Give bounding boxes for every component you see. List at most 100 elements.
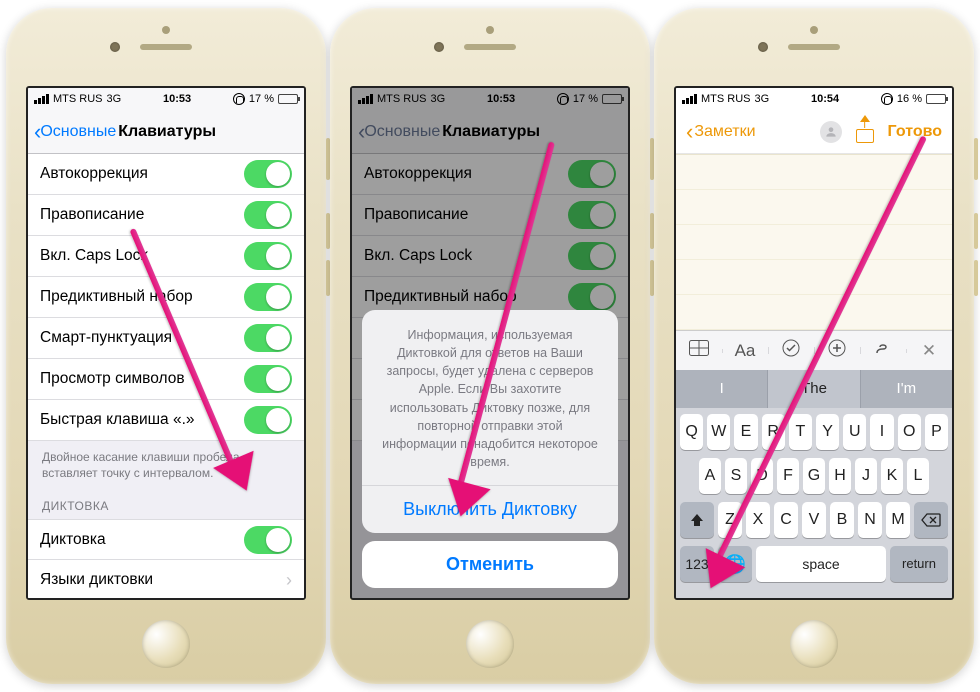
toggle-shortcut[interactable] [244,406,292,434]
cell-label: Предиктивный набор [40,288,193,306]
toggle-autocorrect[interactable] [244,160,292,188]
toggle-smart[interactable] [244,324,292,352]
toggle-dictation[interactable] [244,526,292,554]
sheet-message: Информация, используемая Диктовкой для о… [362,310,618,485]
backspace-key[interactable] [914,502,948,538]
format-aa-button[interactable]: Aa [722,341,768,361]
cancel-button[interactable]: Отменить [362,541,618,588]
key-t[interactable]: T [789,414,812,450]
front-camera [434,42,444,52]
cell-caps-lock[interactable]: Вкл. Caps Lock [28,236,304,277]
clock: 10:54 [811,93,839,105]
key-g[interactable]: G [803,458,825,494]
key-f[interactable]: F [777,458,799,494]
key-w[interactable]: W [707,414,730,450]
share-icon[interactable] [856,121,874,143]
key-y[interactable]: Y [816,414,839,450]
phone-1: MTS RUS 3G 10:53 17 % ‹Основные Клавиату… [6,8,326,684]
collaborate-icon[interactable] [820,121,842,143]
volume-up [974,213,978,249]
toggle-preview[interactable] [244,365,292,393]
phone-2: MTS RUS 3G 10:53 17 % ‹Основные Клавиату… [330,8,650,684]
battery-icon [278,94,298,104]
signal-icon [34,94,49,104]
cell-label: Вкл. Caps Lock [40,247,148,265]
key-e[interactable]: E [734,414,757,450]
key-k[interactable]: K [881,458,903,494]
power-button [974,138,978,180]
toggle-spelling[interactable] [244,201,292,229]
key-i[interactable]: I [870,414,893,450]
home-button[interactable] [142,620,190,668]
close-toolbar-icon[interactable]: ✕ [906,341,952,361]
cell-period-shortcut[interactable]: Быстрая клавиша «.» [28,400,304,441]
globe-key[interactable]: 🌐 [718,546,752,582]
key-h[interactable]: H [829,458,851,494]
cell-autocorrect[interactable]: Автокоррекция [28,154,304,195]
key-d[interactable]: D [751,458,773,494]
cell-label: Просмотр символов [40,370,185,388]
cell-dictation-languages[interactable]: Языки диктовки › [28,560,304,600]
table-icon[interactable] [676,340,722,361]
key-j[interactable]: J [855,458,877,494]
key-b[interactable]: B [830,502,854,538]
back-button[interactable]: ‹Основные [34,119,116,145]
key-row-4: 123 🌐 space return [680,546,948,582]
key-m[interactable]: M [886,502,910,538]
nav-title: Клавиатуры [118,123,216,141]
key-a[interactable]: A [699,458,721,494]
cell-dictation[interactable]: Диктовка [28,519,304,560]
key-l[interactable]: L [907,458,929,494]
cell-predictive[interactable]: Предиктивный набор [28,277,304,318]
key-u[interactable]: U [843,414,866,450]
section-header-dictation: ДИКТОВКА [28,483,304,519]
key-r[interactable]: R [762,414,785,450]
key-v[interactable]: V [802,502,826,538]
add-attachment-icon[interactable] [814,339,860,362]
key-z[interactable]: Z [718,502,742,538]
back-notes-button[interactable]: ‹Заметки [686,119,756,145]
numbers-key[interactable]: 123 [680,546,714,582]
key-x[interactable]: X [746,502,770,538]
toggle-caps[interactable] [244,242,292,270]
phone-3: MTS RUS 3G 10:54 16 % ‹Заметки Готово Aa [654,8,974,684]
key-s[interactable]: S [725,458,747,494]
draw-icon[interactable] [860,339,906,362]
done-button[interactable]: Готово [888,123,942,141]
space-key[interactable]: space [756,546,886,582]
sensor-dot [486,26,494,34]
suggestion-3[interactable]: I'm [860,370,952,408]
key-p[interactable]: P [925,414,948,450]
home-button[interactable] [466,620,514,668]
settings-list[interactable]: Автокоррекция Правописание Вкл. Caps Loc… [28,154,304,600]
network-label: 3G [755,93,770,105]
front-camera [758,42,768,52]
key-n[interactable]: N [858,502,882,538]
cell-smart-punct[interactable]: Смарт-пунктуация [28,318,304,359]
status-bar: MTS RUS 3G 10:53 17 % [28,88,304,110]
shift-key[interactable] [680,502,714,538]
footnote-period: Двойное касание клавиши пробела вставляе… [28,441,304,483]
suggestion-2[interactable]: The [767,370,859,408]
toggle-predictive[interactable] [244,283,292,311]
speaker-grille [140,44,192,50]
key-o[interactable]: O [898,414,921,450]
signal-icon [682,94,697,104]
cell-label: Правописание [40,206,144,224]
cell-spelling[interactable]: Правописание [28,195,304,236]
volume-down [974,260,978,296]
note-canvas[interactable] [676,154,952,333]
key-c[interactable]: C [774,502,798,538]
sheet-panel: Информация, используемая Диктовкой для о… [362,310,618,533]
disable-dictation-button[interactable]: Выключить Диктовку [362,485,618,533]
checklist-icon[interactable] [768,339,814,362]
home-button[interactable] [790,620,838,668]
cell-label: Смарт-пунктуация [40,329,172,347]
suggestion-bar: I The I'm [676,370,952,408]
cell-char-preview[interactable]: Просмотр символов [28,359,304,400]
keyboard-area: Aa ✕ I The I'm Q W E R T Y U [676,330,952,598]
key-q[interactable]: Q [680,414,703,450]
return-key[interactable]: return [890,546,948,582]
keyboard[interactable]: Q W E R T Y U I O P A S D F G [676,408,952,598]
suggestion-1[interactable]: I [676,370,767,408]
